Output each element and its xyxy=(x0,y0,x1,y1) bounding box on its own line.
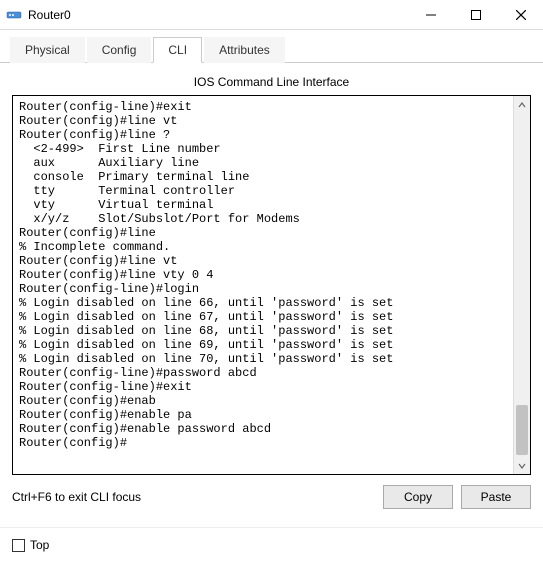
app-icon xyxy=(6,7,22,23)
focus-hint: Ctrl+F6 to exit CLI focus xyxy=(12,490,375,504)
window-controls xyxy=(408,0,543,29)
tab-bar: Physical Config CLI Attributes xyxy=(0,30,543,63)
tab-config[interactable]: Config xyxy=(87,37,152,63)
footer: Top xyxy=(0,527,543,562)
window-title: Router0 xyxy=(28,8,408,22)
scrollbar[interactable] xyxy=(513,96,530,474)
scroll-track[interactable] xyxy=(514,113,530,457)
paste-button[interactable]: Paste xyxy=(461,485,531,509)
content-area: IOS Command Line Interface Router(config… xyxy=(0,63,543,513)
cli-terminal[interactable]: Router(config-line)#exit Router(config)#… xyxy=(13,96,530,474)
panel-title: IOS Command Line Interface xyxy=(12,75,531,89)
titlebar: Router0 xyxy=(0,0,543,30)
scroll-up-arrow[interactable] xyxy=(514,96,530,113)
top-checkbox-label: Top xyxy=(30,538,49,552)
button-row: Ctrl+F6 to exit CLI focus Copy Paste xyxy=(12,485,531,509)
copy-button[interactable]: Copy xyxy=(383,485,453,509)
close-button[interactable] xyxy=(498,0,543,30)
top-checkbox[interactable] xyxy=(12,539,25,552)
scroll-thumb[interactable] xyxy=(516,405,528,455)
tab-attributes[interactable]: Attributes xyxy=(204,37,285,63)
tab-physical[interactable]: Physical xyxy=(10,37,85,63)
terminal-container: Router(config-line)#exit Router(config)#… xyxy=(12,95,531,475)
minimize-button[interactable] xyxy=(408,0,453,30)
tab-cli[interactable]: CLI xyxy=(153,37,202,63)
scroll-down-arrow[interactable] xyxy=(514,457,530,474)
maximize-button[interactable] xyxy=(453,0,498,30)
